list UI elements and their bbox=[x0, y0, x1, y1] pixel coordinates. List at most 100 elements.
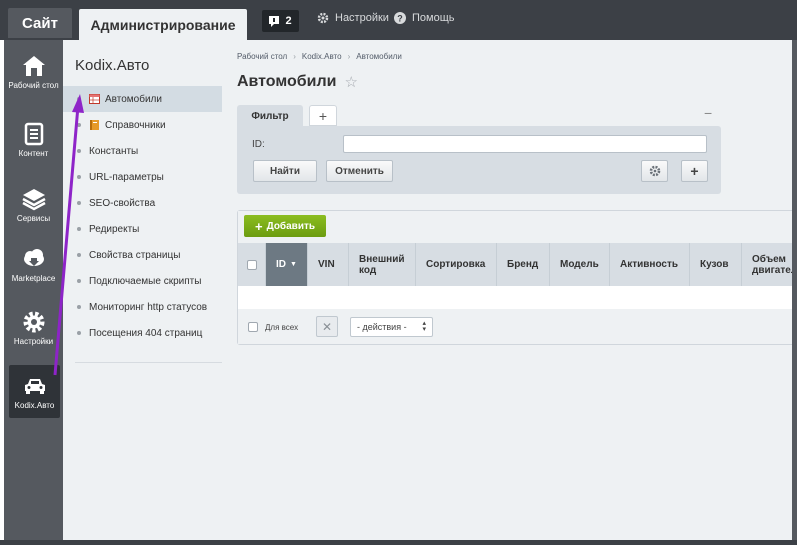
menu-item-404-visits[interactable]: Посещения 404 страниц bbox=[63, 320, 222, 346]
column-brand[interactable]: Бренд bbox=[497, 243, 550, 286]
bullet-icon bbox=[77, 331, 81, 335]
tab-administration[interactable]: Администрирование bbox=[79, 9, 247, 40]
checkbox[interactable] bbox=[246, 259, 257, 270]
menu-list: Автомобили Справочники Константы URL-пар… bbox=[63, 86, 222, 346]
menu-item-page-props[interactable]: Свойства страницы bbox=[63, 242, 222, 268]
settings-link[interactable]: Настройки bbox=[317, 12, 389, 24]
menu-item-redirects[interactable]: Редиректы bbox=[63, 216, 222, 242]
menu-item-references[interactable]: Справочники bbox=[63, 112, 222, 138]
menu-item-seo[interactable]: SEO-свойства bbox=[63, 190, 222, 216]
breadcrumb-item[interactable]: Рабочий стол bbox=[237, 52, 287, 61]
gear-icon bbox=[649, 165, 660, 177]
column-engine-volume[interactable]: Объем двигател bbox=[742, 243, 797, 286]
help-label: Помощь bbox=[412, 12, 455, 24]
bullet-icon bbox=[77, 253, 81, 257]
select-all-label: Для всех bbox=[265, 322, 299, 332]
filter-add-field-button[interactable]: + bbox=[681, 160, 708, 182]
menu-item-scripts[interactable]: Подключаемые скрипты bbox=[63, 268, 222, 294]
help-link[interactable]: ? Помощь bbox=[394, 12, 455, 24]
column-id[interactable]: ID ▼ bbox=[266, 243, 308, 286]
nav-marketplace-label: Marketplace bbox=[11, 274, 56, 283]
column-activity[interactable]: Активность bbox=[610, 243, 690, 286]
top-bar: Сайт Администрирование 2 Настройки ? Пом… bbox=[0, 0, 797, 40]
menu-item-label: Автомобили bbox=[105, 93, 162, 105]
menu-item-label: Посещения 404 страниц bbox=[89, 327, 203, 339]
tab-site[interactable]: Сайт bbox=[8, 8, 72, 38]
section-menu: Kodix.Авто Автомобили Справочники Конста… bbox=[63, 40, 222, 540]
actions-select[interactable]: - действия - ▴ ▾ bbox=[350, 317, 433, 337]
breadcrumb-item[interactable]: Автомобили bbox=[356, 52, 402, 61]
nav-desktop[interactable]: Рабочий стол bbox=[4, 52, 63, 112]
bullet-icon bbox=[77, 201, 81, 205]
column-external-code[interactable]: Внешний код bbox=[349, 243, 416, 286]
bullet-icon bbox=[77, 175, 81, 179]
svg-text:?: ? bbox=[397, 14, 403, 24]
menu-item-http-monitor[interactable]: Мониторинг http статусов bbox=[63, 294, 222, 320]
nav-settings[interactable]: Настройки bbox=[4, 308, 63, 368]
star-icon[interactable]: ☆ bbox=[344, 73, 357, 91]
menu-item-url-params[interactable]: URL-параметры bbox=[63, 164, 222, 190]
nav-kodix-auto[interactable]: Kodix.Авто bbox=[9, 365, 60, 418]
grid-toolbar: + Добавить bbox=[238, 211, 797, 243]
cancel-button[interactable]: Отменить bbox=[326, 160, 393, 182]
notifications-button[interactable]: 2 bbox=[262, 10, 299, 32]
menu-item-label: SEO-свойства bbox=[89, 197, 156, 209]
add-button[interactable]: + Добавить bbox=[244, 215, 326, 237]
sort-desc-icon: ▼ bbox=[290, 261, 297, 268]
notification-count: 2 bbox=[285, 15, 292, 27]
breadcrumb-item[interactable]: Kodix.Авто bbox=[302, 52, 342, 61]
plus-icon: + bbox=[254, 218, 263, 234]
column-vin[interactable]: VIN bbox=[308, 243, 349, 286]
filter-panel: ID: Найти Отменить + bbox=[237, 126, 721, 194]
page-title-text: Автомобили bbox=[237, 73, 337, 90]
menu-item-label: Константы bbox=[89, 145, 139, 157]
select-all-control[interactable]: Для всех bbox=[248, 322, 298, 332]
breadcrumb-separator-icon: › bbox=[293, 52, 296, 61]
nav-content-label: Контент bbox=[18, 149, 49, 158]
menu-item-label: Редиректы bbox=[89, 223, 140, 235]
menu-item-label: Подключаемые скрипты bbox=[89, 275, 202, 287]
nav-content[interactable]: Контент bbox=[4, 120, 63, 180]
menu-item-cars[interactable]: Автомобили bbox=[63, 86, 222, 112]
column-id-label: ID bbox=[276, 259, 286, 270]
select-arrows-icon: ▴ ▾ bbox=[422, 320, 426, 333]
bullet-icon bbox=[77, 123, 81, 127]
cloud-download-icon bbox=[23, 249, 44, 266]
menu-item-label: URL-параметры bbox=[89, 171, 164, 183]
delete-button[interactable]: ✕ bbox=[316, 316, 338, 337]
nav-services[interactable]: Сервисы bbox=[4, 185, 63, 245]
filter-add-tab-button[interactable]: + bbox=[309, 105, 337, 126]
grid-header: ID ▼ VIN Внешний код Сортировка Бренд Мод… bbox=[238, 243, 797, 286]
nav-marketplace[interactable]: Marketplace bbox=[4, 245, 63, 305]
header-select-all[interactable] bbox=[238, 243, 266, 286]
bullet-icon bbox=[77, 279, 81, 283]
window-edge bbox=[0, 540, 797, 545]
car-icon bbox=[24, 378, 45, 394]
nav-settings-label: Настройки bbox=[13, 337, 54, 346]
menu-item-constants[interactable]: Константы bbox=[63, 138, 222, 164]
grid-body-empty bbox=[238, 286, 796, 309]
bullet-icon bbox=[77, 227, 81, 231]
menu-item-label: Свойства страницы bbox=[89, 249, 181, 261]
close-icon: ✕ bbox=[321, 319, 333, 334]
table-icon bbox=[89, 94, 100, 104]
bullet-icon bbox=[77, 97, 81, 101]
breadcrumb: Рабочий стол › Kodix.Авто › Автомобили bbox=[237, 52, 402, 61]
gear-icon bbox=[23, 311, 44, 333]
filter-tab[interactable]: Фильтр bbox=[237, 105, 303, 127]
home-icon bbox=[22, 56, 45, 76]
filter-id-input[interactable] bbox=[343, 135, 707, 153]
filter-settings-button[interactable] bbox=[641, 160, 668, 182]
nav-kodix-auto-label: Kodix.Авто bbox=[14, 400, 55, 410]
checkbox[interactable] bbox=[248, 322, 258, 332]
column-model[interactable]: Модель bbox=[550, 243, 610, 286]
nav-services-label: Сервисы bbox=[16, 214, 51, 223]
settings-label: Настройки bbox=[335, 12, 389, 24]
left-panel: Рабочий стол Контент Сервисы Marketplace… bbox=[4, 40, 63, 540]
column-body[interactable]: Кузов bbox=[690, 243, 742, 286]
cars-grid: + Добавить ID ▼ VIN Внешний код Сортировк… bbox=[237, 210, 797, 345]
filter-minimize-button[interactable]: − bbox=[704, 105, 712, 121]
nav-desktop-label: Рабочий стол bbox=[8, 81, 59, 90]
find-button[interactable]: Найти bbox=[253, 160, 317, 182]
column-sort[interactable]: Сортировка bbox=[416, 243, 497, 286]
